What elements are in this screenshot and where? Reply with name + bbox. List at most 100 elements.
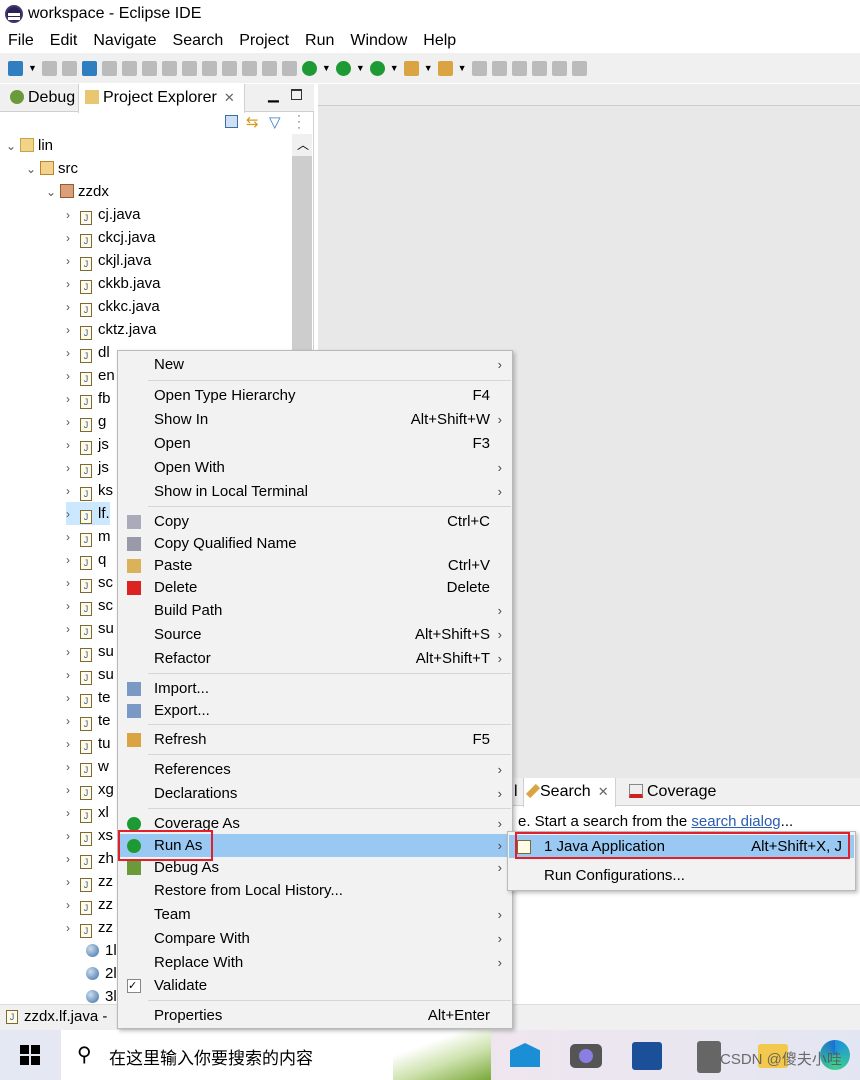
dropdown-arrow-icon[interactable]: ▼ [356, 63, 365, 73]
chevron-icon[interactable]: ⌄ [26, 158, 40, 181]
collapse-all-icon[interactable] [225, 115, 238, 128]
dropdown-arrow-icon[interactable]: ▼ [424, 63, 433, 73]
chevron-icon[interactable]: › [66, 549, 80, 572]
menu-item-open-type-hierarchy[interactable]: Open Type Hierarchy F4 [119, 384, 512, 407]
chevron-icon[interactable]: › [66, 434, 80, 457]
tree-item-java-file[interactable]: › Jzh [66, 847, 114, 870]
chevron-icon[interactable]: › [66, 595, 80, 618]
mail-icon[interactable] [510, 1043, 540, 1067]
chevron-icon[interactable]: › [66, 227, 80, 250]
toolbar-button-icon[interactable] [531, 60, 547, 76]
toolbar-button-icon[interactable] [301, 60, 317, 76]
menu-edit[interactable]: Edit [42, 30, 86, 53]
dropdown-arrow-icon[interactable]: ▼ [458, 63, 467, 73]
menu-item-properties[interactable]: Properties Alt+Enter [119, 1004, 512, 1027]
menu-item-export[interactable]: Export... [119, 699, 512, 722]
toolbar-button-icon[interactable] [121, 60, 137, 76]
tree-item-java-file[interactable]: › Jxg [66, 778, 114, 801]
toolbar-button-icon[interactable] [101, 60, 117, 76]
tree-item-java-file[interactable]: › Jzz [66, 870, 113, 893]
chevron-icon[interactable]: › [66, 503, 80, 526]
chevron-icon[interactable]: › [66, 825, 80, 848]
tree-item-project[interactable]: ⌄ lin [6, 134, 53, 157]
chevron-icon[interactable]: › [66, 848, 80, 871]
tree-item-java-file[interactable]: › Jlf. [66, 502, 110, 525]
chevron-icon[interactable]: › [66, 664, 80, 687]
tree-item-java-file[interactable]: › Jq [66, 548, 106, 571]
view-menu-icon[interactable]: · · · [297, 109, 301, 133]
toolbar-button-icon[interactable] [241, 60, 257, 76]
menu-item-open-with[interactable]: Open With › [119, 456, 512, 479]
dropdown-arrow-icon[interactable]: ▼ [28, 63, 37, 73]
menu-help[interactable]: Help [415, 30, 464, 53]
toolbar-button-icon[interactable] [61, 60, 77, 76]
close-icon[interactable]: ✕ [224, 90, 235, 105]
tree-item-java-file[interactable]: › Jckkc.java [66, 295, 160, 318]
chevron-icon[interactable]: › [66, 572, 80, 595]
chevron-icon[interactable]: › [66, 894, 80, 917]
toolbar-button-icon[interactable] [161, 60, 177, 76]
tree-item-java-file[interactable]: › Jxs [66, 824, 113, 847]
menu-item-paste[interactable]: Paste Ctrl+V [119, 554, 512, 577]
menu-item-replace-with[interactable]: Replace With › [119, 951, 512, 974]
toolbar-button-icon[interactable] [8, 60, 23, 76]
chevron-icon[interactable]: › [66, 618, 80, 641]
menu-item-restore-from-local-history[interactable]: Restore from Local History... [119, 879, 512, 902]
tree-item-java-file[interactable]: › Jjs [66, 433, 109, 456]
chevron-icon[interactable]: › [66, 779, 80, 802]
dropdown-arrow-icon[interactable]: ▼ [390, 63, 399, 73]
tab-coverage[interactable]: Coverage [623, 778, 722, 806]
scroll-up-icon[interactable]: ︿ [297, 136, 309, 153]
menu-item-delete[interactable]: Delete Delete [119, 576, 512, 599]
toolbar-button-icon[interactable] [369, 60, 385, 76]
tree-item-java-file[interactable]: › Jen [66, 364, 115, 387]
tree-item-java-file[interactable]: › Jxl [66, 801, 109, 824]
menu-item-copy-qualified-name[interactable]: Copy Qualified Name [119, 532, 512, 555]
tree-item-java-file[interactable]: › Jm [66, 525, 111, 548]
menu-item-open[interactable]: Open F3 [119, 432, 512, 455]
tree-item-java-file[interactable]: › Jsu [66, 640, 114, 663]
menu-item-build-path[interactable]: Build Path › [119, 599, 512, 622]
tree-item-java-file[interactable]: › Jzz [66, 916, 113, 939]
camera-icon[interactable] [570, 1044, 602, 1068]
menu-item-copy[interactable]: Copy Ctrl+C [119, 510, 512, 533]
chevron-icon[interactable]: › [66, 480, 80, 503]
menu-item-team[interactable]: Team › [119, 903, 512, 926]
chevron-icon[interactable]: › [66, 204, 80, 227]
chevron-icon[interactable]: › [66, 365, 80, 388]
chevron-icon[interactable]: › [66, 319, 80, 342]
toolbar-button-icon[interactable] [437, 60, 453, 76]
tree-item-java-file[interactable]: › Jsc [66, 594, 113, 617]
maximize-icon[interactable] [291, 89, 302, 100]
tree-item-java-file[interactable]: › Jte [66, 709, 111, 732]
toolbar-button-icon[interactable] [221, 60, 237, 76]
tree-item-java-file[interactable]: › Jjs [66, 456, 109, 479]
toolbar-button-icon[interactable] [81, 60, 97, 76]
chevron-icon[interactable]: › [66, 342, 80, 365]
tree-item-java-file[interactable]: › Jsu [66, 663, 114, 686]
tree-item-java-file[interactable]: › Jcktz.java [66, 318, 156, 341]
tree-item-resource[interactable]: 1l [66, 939, 117, 962]
toolbar-button-icon[interactable] [201, 60, 217, 76]
toolbar-button-icon[interactable] [403, 60, 419, 76]
tree-item-package[interactable]: ⌄ zzdx [46, 180, 109, 203]
chevron-icon[interactable]: › [66, 871, 80, 894]
chevron-icon[interactable]: › [66, 641, 80, 664]
search-dialog-link[interactable]: search dialog [691, 813, 780, 830]
menu-run[interactable]: Run [297, 30, 342, 53]
chevron-icon[interactable]: › [66, 756, 80, 779]
tree-item-java-file[interactable]: › Jfb [66, 387, 111, 410]
toolbar-button-icon[interactable] [491, 60, 507, 76]
menu-navigate[interactable]: Navigate [85, 30, 164, 53]
tree-item-java-file[interactable]: › Jw [66, 755, 109, 778]
tab-project-explorer[interactable]: Project Explorer ✕ [78, 84, 245, 113]
store-icon[interactable] [632, 1042, 662, 1070]
menu-item-declarations[interactable]: Declarations › [119, 782, 512, 805]
menu-item-refactor[interactable]: Refactor Alt+Shift+T › [119, 647, 512, 670]
chevron-icon[interactable]: › [66, 733, 80, 756]
menu-item-show-in[interactable]: Show In Alt+Shift+W › [119, 408, 512, 431]
toolbar-button-icon[interactable] [551, 60, 567, 76]
tree-item-src[interactable]: ⌄ src [26, 157, 78, 180]
menu-item-validate[interactable]: ✓ Validate [119, 974, 512, 997]
tree-item-java-file[interactable]: › Jckjl.java [66, 249, 151, 272]
